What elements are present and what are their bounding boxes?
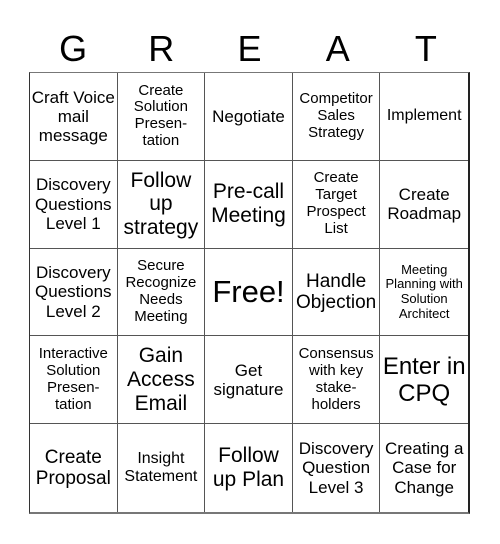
cell-text: Handle Objection — [295, 270, 377, 313]
bingo-cell[interactable]: Handle Objection — [292, 248, 381, 337]
bingo-cell[interactable]: Meeting Planning with Solution Architect — [380, 249, 468, 337]
bingo-cell[interactable]: Consensus with key stake- holders — [292, 336, 381, 425]
bingo-cell[interactable]: Negotiate — [205, 73, 293, 161]
header-letter-t: T — [414, 28, 437, 69]
cell-text: Enter in CPQ — [382, 352, 466, 407]
cell-text: Craft Voice mail message — [31, 87, 115, 145]
header-letter-g: G — [59, 28, 88, 69]
bingo-cell[interactable]: Gain Access Email — [117, 336, 206, 425]
free-space[interactable]: Free! — [205, 248, 293, 337]
bingo-cell[interactable]: Craft Voice mail message — [30, 73, 118, 161]
bingo-cell[interactable]: Implement — [380, 73, 468, 161]
bingo-cell[interactable]: Insight Statement — [118, 424, 206, 512]
cell-text: Discovery Questions Level 2 — [35, 263, 112, 321]
bingo-cell[interactable]: Discovery Questions Level 1 — [30, 160, 118, 249]
cell-text: Follow up Plan — [212, 444, 285, 492]
bingo-cell[interactable]: Create Proposal — [30, 424, 118, 512]
cell-text: Gain Access Email — [127, 344, 195, 415]
cell-text: Create Target Prospect List — [306, 169, 366, 238]
bingo-cell[interactable]: Discovery Questions Level 2 — [30, 248, 118, 337]
bingo-cell[interactable]: Interactive Solution Presen- tation — [30, 336, 118, 425]
bingo-header: G R E A T — [29, 26, 470, 72]
bingo-cell[interactable]: Enter in CPQ — [380, 336, 468, 425]
cell-text: Create Roadmap — [387, 184, 462, 224]
bingo-cell[interactable]: Create Target Prospect List — [292, 160, 381, 249]
cell-text: Negotiate — [212, 106, 285, 126]
bingo-cell[interactable]: Pre-call Meeting — [205, 160, 293, 249]
cell-text: Follow up strategy — [123, 168, 199, 240]
bingo-cell[interactable]: Secure Recognize Needs Meeting — [117, 248, 206, 337]
cell-text: Discovery Questions Level 1 — [35, 175, 112, 233]
header-letter-r: R — [148, 28, 175, 69]
cell-text: Competitor Sales Strategy — [299, 89, 373, 141]
cell-text: Discovery Question Level 3 — [298, 439, 374, 497]
cell-text: Interactive Solution Presen- tation — [38, 344, 108, 413]
bingo-cell[interactable]: Discovery Question Level 3 — [293, 424, 381, 512]
header-letter-e: E — [237, 28, 262, 69]
bingo-cell[interactable]: Competitor Sales Strategy — [292, 73, 381, 161]
header-letter-a: A — [325, 28, 350, 69]
bingo-cell[interactable]: Get signature — [205, 336, 293, 425]
cell-text: Insight Statement — [124, 450, 198, 486]
cell-text: Meeting Planning with Solution Architect — [385, 261, 463, 321]
bingo-cell[interactable]: Follow up Plan — [205, 424, 293, 512]
cell-text: Free! — [212, 274, 285, 310]
bingo-cell[interactable]: Follow up strategy — [117, 160, 206, 249]
cell-text: Implement — [386, 107, 462, 125]
cell-text: Get signature — [213, 360, 284, 399]
cell-text: Consensus with key stake- holders — [298, 344, 374, 413]
bingo-cell[interactable]: Create Roadmap — [380, 161, 468, 249]
cell-text: Creating a Case for Change — [384, 439, 464, 497]
bingo-cell[interactable]: Creating a Case for Change — [380, 424, 468, 512]
cell-text: Secure Recognize Needs Meeting — [125, 257, 197, 325]
cell-text: Create Solution Presen- tation — [133, 81, 188, 150]
cell-text: Pre-call Meeting — [211, 180, 286, 228]
bingo-cell[interactable]: Create Solution Presen- tation — [117, 73, 206, 161]
cell-text: Create Proposal — [35, 446, 111, 490]
bingo-card: Craft Voice mail message Create Solution… — [29, 72, 470, 514]
